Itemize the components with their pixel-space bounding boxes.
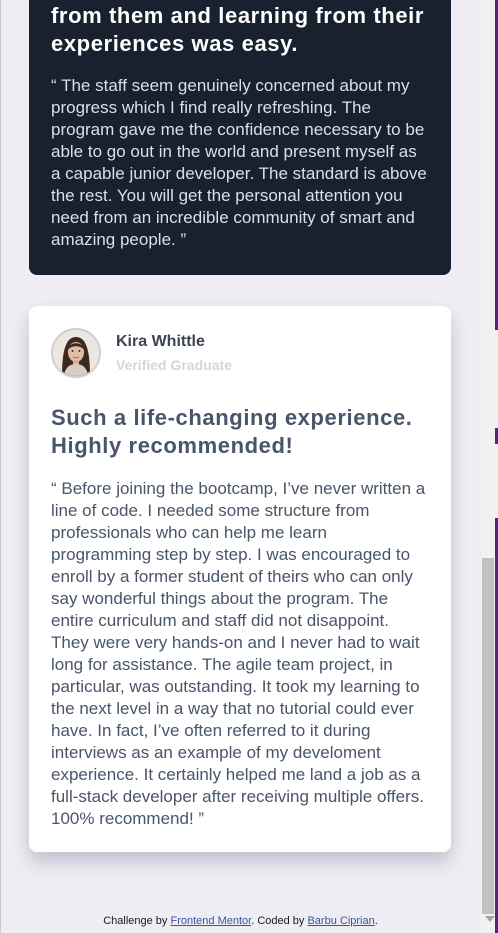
testimonial-headline: Such a life-changing experience. Highly …: [51, 405, 413, 458]
attribution-suffix: .: [374, 915, 378, 927]
testimonial-card-dark: from them and learning from their experi…: [29, 0, 451, 275]
person-name: Kira Whittle: [116, 333, 205, 350]
scroll-down-arrow-icon[interactable]: [485, 916, 495, 922]
avatar: [51, 328, 101, 378]
testimonial-headline: from them and learning from their experi…: [51, 3, 425, 56]
person-status: Verified Graduate: [116, 357, 232, 373]
person-text: Kira Whittle Verified Graduate: [116, 332, 232, 374]
testimonial-card-kira: Kira Whittle Verified Graduate Such a li…: [29, 306, 451, 852]
author-link[interactable]: Barbu Ciprian: [307, 915, 374, 927]
avatar-portrait-icon: [53, 330, 99, 376]
attribution-prefix: Challenge by: [103, 915, 168, 927]
testimonial-quote: “ Before joining the bootcamp, I’ve neve…: [51, 479, 426, 828]
scrollbar-thumb[interactable]: [482, 558, 494, 914]
testimonial-quote: “ The staff seem genuinely concerned abo…: [51, 76, 427, 249]
attribution-footer: Challenge by Frontend Mentor. Coded by B…: [0, 915, 481, 927]
person-header: Kira Whittle Verified Graduate: [51, 328, 429, 378]
frontend-mentor-link[interactable]: Frontend Mentor: [170, 915, 251, 927]
attribution-middle: . Coded by: [251, 915, 305, 927]
